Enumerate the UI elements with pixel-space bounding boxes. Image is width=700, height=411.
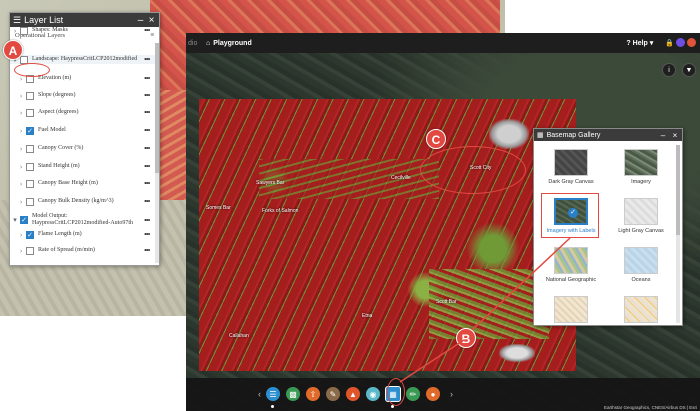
annotation-connector xyxy=(399,237,571,383)
